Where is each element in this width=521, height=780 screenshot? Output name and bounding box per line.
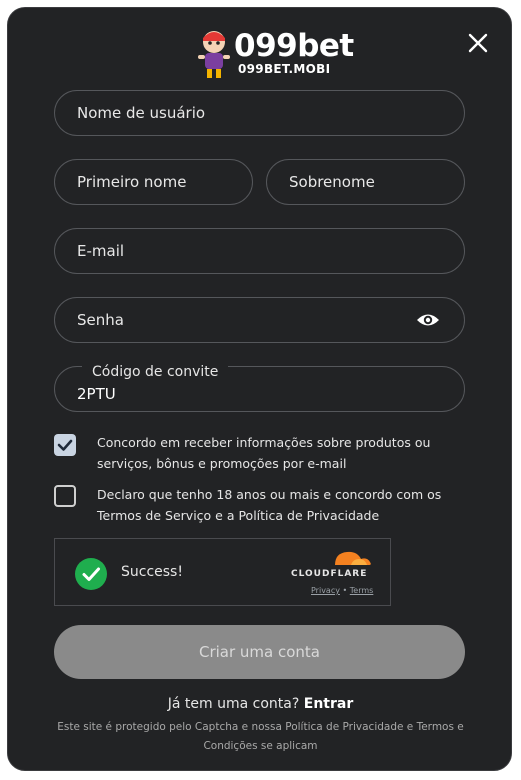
checkmark-icon [57, 439, 73, 451]
mascot-icon [198, 31, 230, 78]
age-terms-checkbox[interactable] [54, 485, 76, 507]
captcha-widget[interactable]: Success! CLOUDFLARE Privacy • Terms [54, 538, 391, 606]
create-account-button[interactable]: Criar uma conta [54, 625, 465, 679]
username-placeholder: Nome de usuário [77, 104, 206, 122]
last-name-field[interactable]: Sobrenome [266, 159, 465, 205]
first-name-field[interactable]: Primeiro nome [54, 159, 253, 205]
captcha-status: Success! [121, 564, 183, 580]
first-name-placeholder: Primeiro nome [77, 173, 187, 191]
email-placeholder: E-mail [77, 242, 125, 260]
success-check-icon [75, 558, 107, 590]
age-terms-label: Declaro que tenho 18 anos ou mais e conc… [97, 487, 442, 523]
email-field[interactable]: E-mail [54, 228, 465, 274]
captcha-link-separator: • [342, 586, 348, 595]
close-icon[interactable] [467, 32, 489, 54]
brand-name: 099bet [234, 28, 354, 64]
username-field[interactable]: Nome de usuário [54, 90, 465, 136]
captcha-footer-note: Este site é protegido pelo Captcha e nos… [57, 721, 464, 752]
cloudflare-wordmark: CLOUDFLARE [291, 569, 368, 579]
eye-icon[interactable] [416, 310, 440, 330]
invite-code-label: Código de convite [82, 364, 229, 380]
captcha-links: Privacy • Terms [311, 586, 373, 595]
captcha-privacy-link[interactable]: Privacy [311, 586, 340, 595]
last-name-placeholder: Sobrenome [289, 173, 375, 191]
password-placeholder: Senha [77, 311, 124, 329]
brand-logo: 099bet 099BET.MOBI [194, 28, 354, 84]
password-field[interactable]: Senha [54, 297, 465, 343]
login-prompt-text: Já tem uma conta? [167, 696, 300, 712]
marketing-consent-checkbox[interactable] [54, 434, 76, 456]
brand-domain: 099BET.MOBI [238, 62, 331, 76]
login-link[interactable]: Entrar [304, 696, 353, 712]
login-prompt: Já tem uma conta? Entrar [8, 696, 513, 712]
invite-code-value: 2PTU [77, 385, 116, 403]
captcha-terms-link[interactable]: Terms [350, 586, 374, 595]
marketing-consent-label: Concordo em receber informações sobre pr… [97, 435, 431, 471]
register-modal: 099bet 099BET.MOBI Nome de usuário Prime… [7, 7, 512, 771]
